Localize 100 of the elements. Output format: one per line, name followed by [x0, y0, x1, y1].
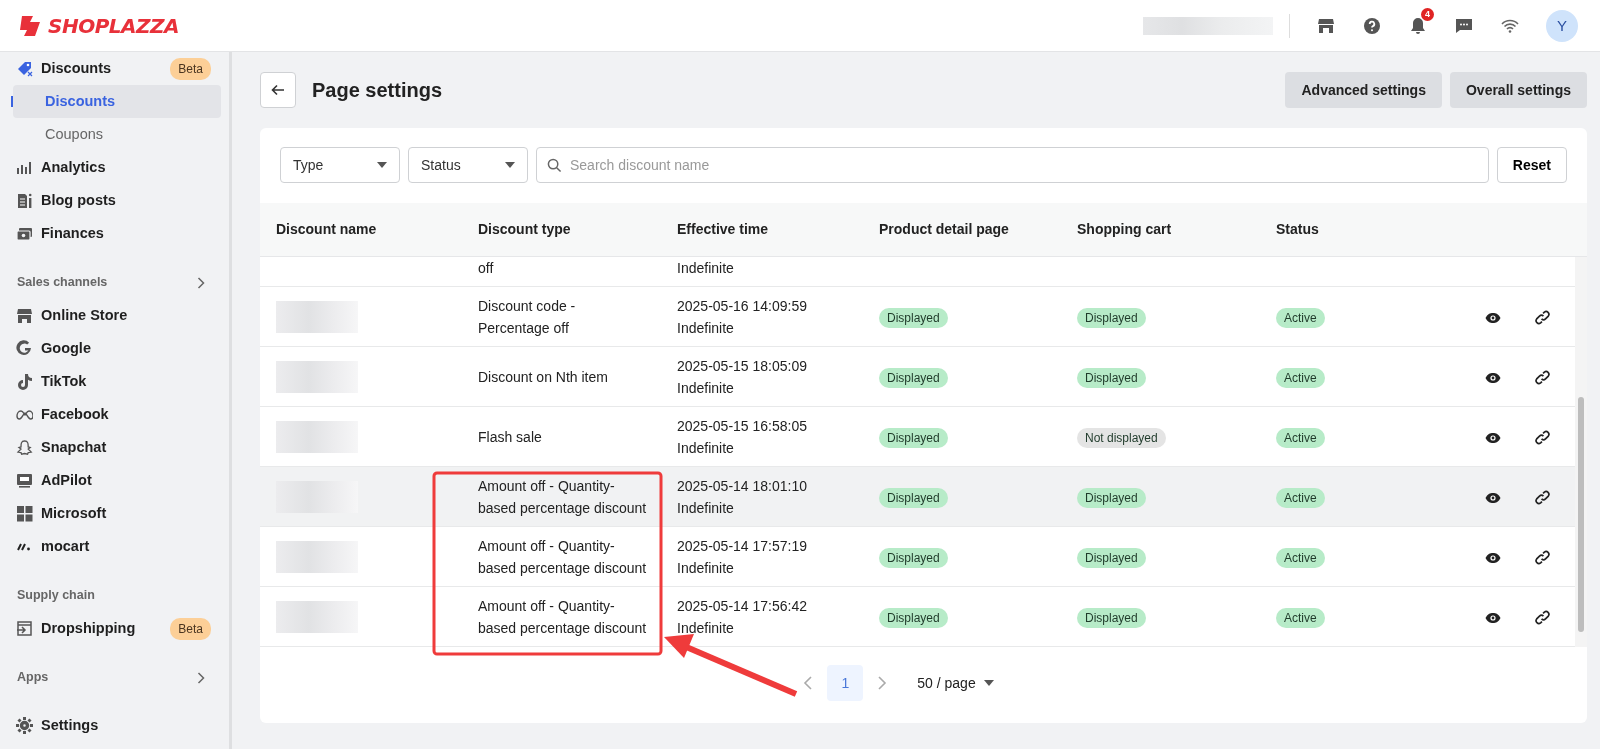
sidebar-item[interactable]: Online Store: [0, 299, 221, 332]
table-cell-text: Discount code - Percentage off: [478, 296, 577, 338]
sidebar-item[interactable]: Microsoft: [0, 497, 221, 530]
tiktok-icon: [16, 373, 33, 390]
view-icon[interactable]: [1485, 311, 1501, 324]
table-row[interactable]: Amount off - Quantity- based percentage discount 2025-05-14 18:01:10 Indefinite Displayed Displayed Active: [260, 467, 1575, 527]
settings-button[interactable]: Advanced settings: [1285, 72, 1442, 108]
notification-icon[interactable]: [1408, 16, 1428, 37]
column-header: Shopping cart: [1077, 220, 1173, 239]
section-heading: Supply chain: [17, 587, 95, 605]
view-icon[interactable]: [1485, 371, 1501, 384]
help-icon[interactable]: [1362, 15, 1382, 36]
google-icon: [16, 340, 33, 357]
link-icon[interactable]: [1535, 550, 1550, 566]
table-cell-text: Amount off - Quantity- based percentage discount: [478, 596, 648, 638]
table-cell-text: 2025-05-14 18:01:10 Indefinite: [677, 476, 808, 518]
status-pill: Not displayed: [1077, 427, 1166, 448]
back-button[interactable]: [260, 72, 296, 108]
column-header: Effective time: [677, 220, 770, 239]
sidebar-item[interactable]: Facebook: [0, 398, 221, 431]
status-pill: Active: [1276, 427, 1325, 448]
sidebar-item[interactable]: mocart: [0, 530, 221, 563]
ghost-icon: [16, 439, 33, 456]
beta-badge: Beta: [170, 57, 211, 80]
sidebar-item[interactable]: Dropshipping Beta: [0, 612, 221, 645]
table-cell-text: 2025-05-14 17:56:42 Indefinite: [677, 596, 808, 638]
chevron-right-icon[interactable]: [197, 276, 205, 289]
status-pill: Active: [1276, 367, 1325, 388]
status-pill: Displayed: [1077, 367, 1146, 388]
page-size-dropdown[interactable]: 50 / page: [917, 672, 994, 694]
user-avatar[interactable]: Y: [1546, 9, 1578, 42]
status-dropdown[interactable]: Status: [408, 147, 528, 183]
arrow-left-icon: [270, 82, 286, 98]
sidebar-section[interactable]: Sales channels: [0, 266, 221, 299]
sidebar-item[interactable]: Google: [0, 332, 221, 365]
sidebar-subitem[interactable]: Coupons: [13, 118, 221, 151]
sidebar-item[interactable]: Discounts Beta: [0, 52, 221, 85]
table-cell-text: Indefinite: [677, 259, 735, 278]
view-icon[interactable]: [1485, 491, 1501, 504]
status-pill: Displayed: [1077, 307, 1146, 328]
view-icon[interactable]: [1485, 431, 1501, 444]
link-icon[interactable]: [1535, 370, 1550, 386]
table-cell-text: 2025-05-15 16:58:05 Indefinite: [677, 416, 808, 458]
search-icon: [547, 158, 562, 173]
table-cell-text: Flash sale: [478, 427, 543, 447]
table-cell-text: Amount off - Quantity- based percentage discount: [478, 536, 648, 578]
view-icon[interactable]: [1485, 551, 1501, 564]
column-header: Discount type: [478, 220, 572, 239]
sidebar-item[interactable]: Blog posts: [0, 184, 221, 217]
status-pill: Active: [1276, 307, 1325, 328]
sidebar-section[interactable]: Supply chain: [0, 579, 221, 612]
caret-icon: [505, 162, 515, 168]
table-cell-text: 2025-05-15 18:05:09 Indefinite: [677, 356, 808, 398]
sidebar-item[interactable]: Settings: [0, 709, 221, 742]
table-cell-text: 2025-05-14 17:57:19 Indefinite: [677, 536, 808, 578]
chevron-right-icon[interactable]: [197, 671, 205, 684]
status-pill: Active: [1276, 487, 1325, 508]
column-header: Status: [1276, 220, 1320, 239]
settings-icon: [16, 717, 33, 734]
status-pill: Displayed: [1077, 487, 1146, 508]
status-pill: Displayed: [879, 427, 948, 448]
link-icon[interactable]: [1535, 310, 1550, 326]
search-field[interactable]: Search discount name: [536, 147, 1489, 183]
status-pill: Displayed: [879, 367, 948, 388]
status-pill: Active: [1276, 547, 1325, 568]
link-icon[interactable]: [1535, 490, 1550, 506]
section-heading: Sales channels: [17, 274, 108, 292]
caret-icon: [983, 680, 994, 686]
link-icon[interactable]: [1535, 610, 1550, 626]
sidebar-section[interactable]: Apps: [0, 661, 221, 694]
notification-count: 4: [1421, 7, 1434, 21]
sidebar-item[interactable]: Snapchat: [0, 431, 221, 464]
status-pill: Active: [1276, 607, 1325, 628]
table-cell-text: Amount off - Quantity- based percentage discount: [478, 476, 648, 518]
column-header: Discount name: [276, 220, 378, 239]
grid-icon: [16, 505, 33, 522]
scrollbar[interactable]: [1575, 257, 1587, 647]
page-number[interactable]: 1: [827, 665, 864, 701]
view-icon[interactable]: [1485, 611, 1501, 624]
table-cell-text: 2025-05-16 14:09:59 Indefinite: [677, 296, 808, 338]
brand-name: SHOPLAZZA: [48, 12, 179, 40]
section-heading: Apps: [17, 669, 49, 687]
wallet-icon: [16, 225, 33, 242]
sidebar-item[interactable]: TikTok: [0, 365, 221, 398]
reset-button[interactable]: Reset: [1496, 147, 1567, 183]
type-dropdown[interactable]: Type: [280, 147, 400, 183]
status-pill: Displayed: [879, 607, 948, 628]
sidebar-item[interactable]: Analytics: [0, 151, 221, 184]
page-title: Page settings: [312, 78, 443, 102]
status-pill: Displayed: [879, 487, 948, 508]
ad-icon: [16, 472, 33, 489]
settings-button[interactable]: Overall settings: [1449, 72, 1587, 108]
sidebar-item[interactable]: Finances: [0, 217, 221, 250]
status-pill: Displayed: [879, 307, 948, 328]
sidebar-subitem[interactable]: Discounts: [13, 85, 221, 118]
sidebar-item[interactable]: AdPilot: [0, 464, 221, 497]
status-pill: Displayed: [1077, 547, 1146, 568]
bar-chart-icon: [16, 159, 33, 176]
caret-icon: [377, 162, 387, 168]
link-icon[interactable]: [1535, 430, 1550, 446]
